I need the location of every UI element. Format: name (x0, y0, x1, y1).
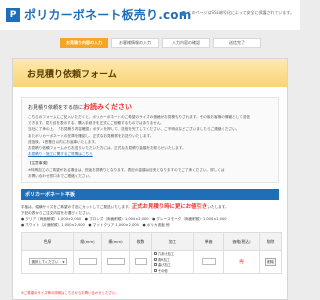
faq-link[interactable]: お見積り・施工に関するご質問はこちら (28, 152, 93, 156)
col-header-price: 価格(税込) (223, 232, 260, 251)
desc-line1-highlight: 正式お見積り時に更にお値引き (131, 204, 208, 210)
processing-options: 穴あけ加工 角R加工 曲げ加工 その他 (152, 251, 193, 273)
site-header: P ポリカーボネート板売り.com このページはSSL暗号化によって安全に保護さ… (0, 0, 300, 30)
width-input[interactable] (106, 257, 125, 265)
desc-line4: ● ホワイト（片面耐候）1,000×2,000 ● マットクリア 1,000×2… (21, 223, 170, 227)
checkbox-icon (154, 268, 157, 272)
checkbox-icon (154, 252, 157, 255)
col-header-remove: 削除 (259, 232, 282, 251)
site-logo[interactable]: P ポリカーボネート板売り.com (6, 6, 191, 23)
order-table: 色厚 縦(mm) 横(mm) 枚数 加工 単価 価格(税込) 削除 選択してくだ… (21, 232, 282, 274)
height-input[interactable] (78, 257, 97, 265)
desc-line1-suffix: いたします。 (207, 205, 229, 209)
notice-heading-prefix: お見積り依頼をする前に (28, 105, 84, 111)
color-select[interactable]: 選択してください ▼ (28, 258, 67, 266)
step-4: 送信完了 (213, 38, 261, 48)
ssl-notice-text: このページはSSL暗号化によって安全に保護されています。 (187, 10, 294, 15)
step-3: 入力内容の確認 (162, 38, 210, 48)
chevron-down-icon: ▼ (62, 259, 65, 264)
checkbox-icon (154, 257, 157, 261)
color-select-value: 選択してください (31, 260, 59, 265)
processing-option-label: その他 (158, 268, 168, 273)
notice-line: 当社に了承の上、「お見積り内容確認」ボタンを押して、送信を完了してください。ご不… (28, 127, 240, 132)
notice-sub-line: お問い合わせ窓口までご連絡ください。 (28, 173, 93, 178)
notice-heading: お見積り依頼をする前にお読みください (28, 102, 272, 112)
processing-option-3[interactable]: 曲げ加工 (154, 262, 171, 267)
price-yen: 円 (239, 258, 244, 264)
section-title: ポリカーボネート平板 (21, 189, 279, 200)
step-2: お客様情報の入力 (111, 38, 159, 48)
logo-mark: P (6, 7, 20, 22)
estimate-form-card: お見積り依頼フォーム お見積り依頼をする前にお読みください こちらのフォームにご… (12, 58, 288, 300)
step-1: お見積り内容の入力 (60, 38, 108, 48)
processing-option-2[interactable]: 角R加工 (154, 257, 170, 262)
product-description: 平板は、縦横サイズをご希望の寸法にカットしてご発送いたします。正式お見積り時に更… (21, 204, 279, 228)
table-row: 選択してください ▼ 穴あけ加工 角R加工 曲げ加工 その他 円 削除 (21, 250, 282, 274)
notice-heading-highlight: お読みください (83, 103, 133, 111)
col-header-processing: 加工 (151, 232, 194, 251)
col-header-width: 横(mm) (101, 232, 130, 251)
processing-option-label: 穴あけ加工 (158, 252, 174, 256)
progress-steps: お見積り内容の入力 お客様情報の入力 入力内容の確認 送信完了 (60, 38, 261, 48)
col-header-color: 色厚 (21, 232, 74, 251)
notice-box: お見積り依頼をする前にお読みください こちらのフォームにご記入いただくと、ポリカ… (21, 97, 279, 183)
col-header-unit-price: 単価 (193, 232, 224, 251)
remove-row-button[interactable]: 削除 (264, 257, 277, 266)
lock-icon (180, 10, 186, 16)
footer-note: ※ご希望のサイズ等の詳細はこちらからお問い合わせください。 (21, 291, 119, 295)
processing-option-label: 角R加工 (158, 257, 170, 262)
processing-option-1[interactable]: 穴あけ加工 (154, 251, 174, 256)
quantity-input[interactable] (134, 257, 147, 265)
desc-line1-prefix: 平板は、縦横サイズをご希望の寸法にカットしてご発送いたします。 (21, 205, 132, 209)
unit-price-field (201, 258, 216, 266)
col-header-quantity: 枚数 (129, 232, 152, 251)
ssl-notice: このページはSSL暗号化によって安全に保護されています。 (180, 10, 294, 16)
form-title: お見積り依頼フォーム (13, 59, 287, 87)
checkbox-icon (154, 263, 157, 266)
col-header-height: 縦(mm) (73, 232, 102, 251)
logo-text: ポリカーボネート板売り.com (24, 8, 192, 22)
processing-option-4[interactable]: その他 (154, 268, 168, 273)
processing-option-label: 曲げ加工 (158, 263, 171, 267)
